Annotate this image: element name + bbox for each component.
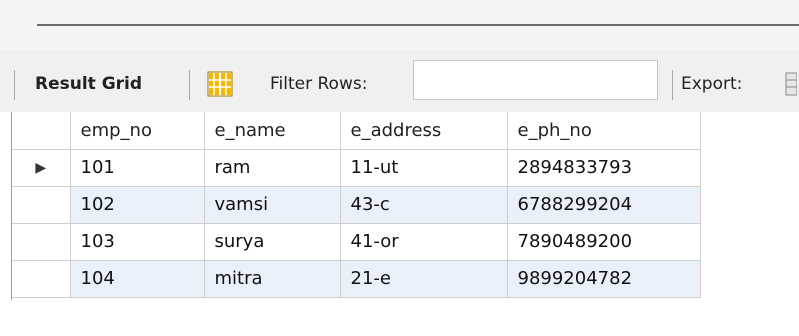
result-grid-tab[interactable]: Result Grid <box>35 74 142 94</box>
column-header-e-name[interactable]: e_name <box>204 112 341 150</box>
result-table: emp_no e_name e_address e_ph_no ▶ 101 ra… <box>12 112 701 298</box>
row-selector[interactable] <box>12 186 71 224</box>
cell-e-name[interactable]: mitra <box>204 260 341 298</box>
table-row[interactable]: 103 surya 41-or 7890489200 <box>12 223 701 261</box>
cell-emp-no[interactable]: 104 <box>70 260 205 298</box>
cell-e-name[interactable]: vamsi <box>204 186 341 224</box>
column-header-emp-no[interactable]: emp_no <box>70 112 205 150</box>
filter-rows-input[interactable] <box>413 60 658 100</box>
cell-emp-no[interactable]: 103 <box>70 223 205 261</box>
toolbar-separator <box>14 70 15 100</box>
cell-e-address[interactable]: 43-c <box>340 186 508 224</box>
header-row: emp_no e_name e_address e_ph_no <box>12 112 701 150</box>
column-header-e-ph-no[interactable]: e_ph_no <box>507 112 701 150</box>
cell-e-name[interactable]: surya <box>204 223 341 261</box>
toolbar-separator <box>189 70 190 100</box>
row-selector[interactable] <box>12 260 71 298</box>
cell-e-ph-no[interactable]: 2894833793 <box>507 149 701 187</box>
cell-emp-no[interactable]: 102 <box>70 186 205 224</box>
cell-e-ph-no[interactable]: 7890489200 <box>507 223 701 261</box>
filter-rows-label: Filter Rows: <box>270 74 368 94</box>
result-grid: emp_no e_name e_address e_ph_no ▶ 101 ra… <box>0 112 799 336</box>
grid-view-icon[interactable] <box>207 71 233 97</box>
column-header-e-address[interactable]: e_address <box>340 112 508 150</box>
row-selector-header <box>12 112 71 150</box>
export-icon[interactable] <box>785 72 797 96</box>
cell-e-address[interactable]: 21-e <box>340 260 508 298</box>
cell-e-ph-no[interactable]: 9899204782 <box>507 260 701 298</box>
table-row[interactable]: 104 mitra 21-e 9899204782 <box>12 260 701 298</box>
table-row[interactable]: 102 vamsi 43-c 6788299204 <box>12 186 701 224</box>
editor-top-area <box>0 0 799 50</box>
row-selector[interactable] <box>12 223 71 261</box>
cell-emp-no[interactable]: 101 <box>70 149 205 187</box>
toolbar-separator <box>672 70 673 100</box>
result-toolbar: Result Grid Filter Rows: Export: <box>0 50 799 112</box>
cell-e-ph-no[interactable]: 6788299204 <box>507 186 701 224</box>
cell-e-address[interactable]: 41-or <box>340 223 508 261</box>
export-label: Export: <box>681 74 743 94</box>
cell-e-address[interactable]: 11-ut <box>340 149 508 187</box>
cell-e-name[interactable]: ram <box>204 149 341 187</box>
divider-line <box>37 24 799 26</box>
current-row-marker: ▶ <box>12 149 71 187</box>
table-row[interactable]: ▶ 101 ram 11-ut 2894833793 <box>12 149 701 187</box>
